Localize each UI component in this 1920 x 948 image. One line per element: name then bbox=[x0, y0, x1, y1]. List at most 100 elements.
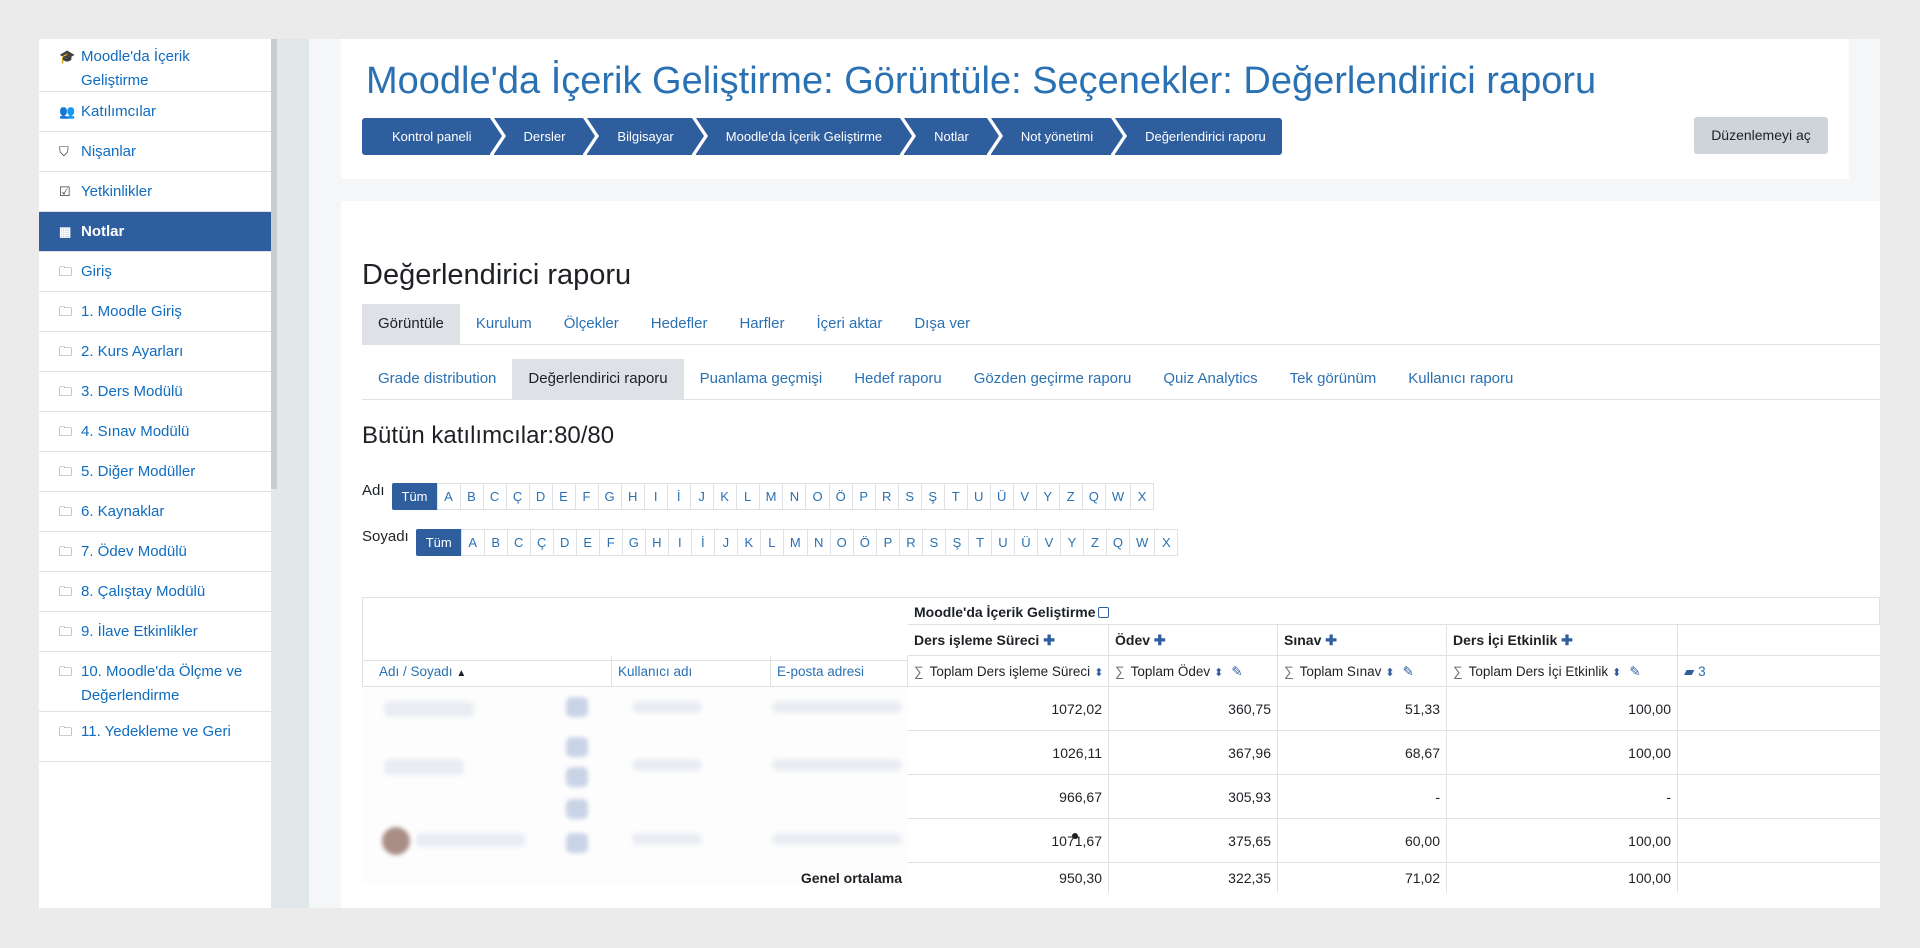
filter-letter-button[interactable]: K bbox=[712, 482, 737, 510]
expand-plus-icon[interactable]: ✚ bbox=[1154, 632, 1166, 648]
category-header[interactable]: Ödev ✚ bbox=[1109, 625, 1278, 656]
breadcrumb-item[interactable]: Kontrol paneli bbox=[362, 118, 505, 155]
filter-letter-button[interactable]: Z bbox=[1082, 528, 1107, 556]
tab[interactable]: Harfler bbox=[723, 304, 800, 344]
total-column-header[interactable]: ∑ Toplam Ders İçi Etkinlik ⬍ ✎ bbox=[1447, 656, 1678, 687]
grade-cell[interactable]: 100,00 bbox=[1447, 687, 1678, 731]
filter-letter-button[interactable]: S bbox=[897, 482, 922, 510]
filter-letter-button[interactable]: N bbox=[782, 482, 807, 510]
sort-username-link[interactable]: Kullanıcı adı bbox=[618, 664, 692, 679]
filter-letter-button[interactable]: X bbox=[1154, 528, 1179, 556]
filter-letter-button[interactable]: Ç bbox=[529, 528, 554, 556]
filter-letter-button[interactable]: O bbox=[829, 528, 854, 556]
filter-letter-button[interactable]: İ bbox=[690, 528, 715, 556]
grade-cell[interactable]: 360,75 bbox=[1109, 687, 1278, 731]
filter-letter-button[interactable]: G bbox=[621, 528, 646, 556]
filter-letter-button[interactable]: M bbox=[782, 528, 808, 556]
column-header-name[interactable]: Adı / Soyadı ▲ bbox=[362, 656, 612, 687]
grade-cell[interactable]: 1026,11 bbox=[908, 731, 1109, 775]
filter-letter-button[interactable]: J bbox=[713, 528, 738, 556]
tab[interactable]: Grade distribution bbox=[362, 359, 512, 399]
tab[interactable]: Kullanıcı raporu bbox=[1392, 359, 1529, 399]
sort-up-icon[interactable]: ▲ bbox=[456, 668, 466, 679]
sidebar-item[interactable]: ⛉ Nişanlar bbox=[39, 132, 271, 172]
sidebar-item[interactable]: 👥 Katılımcılar bbox=[39, 92, 271, 132]
grade-cell[interactable] bbox=[1678, 775, 1880, 819]
filter-letter-button[interactable]: V bbox=[1012, 482, 1037, 510]
sort-arrows-icon[interactable]: ⬍ bbox=[1385, 667, 1394, 679]
filter-letter-button[interactable]: Ö bbox=[852, 528, 877, 556]
breadcrumb-item[interactable]: Bilgisayar bbox=[587, 118, 709, 155]
filter-letter-button[interactable]: O bbox=[805, 482, 830, 510]
grade-cell[interactable] bbox=[1678, 731, 1880, 775]
edit-pencil-icon[interactable]: ✎ bbox=[1231, 664, 1242, 679]
filter-letter-button[interactable]: P bbox=[875, 528, 900, 556]
sidebar-item[interactable]: 🗀 Giriş bbox=[39, 252, 271, 292]
category-header[interactable]: Sınav ✚ bbox=[1278, 625, 1447, 656]
filter-letter-button[interactable]: Ç bbox=[505, 482, 530, 510]
filter-letter-button[interactable]: Y bbox=[1059, 528, 1084, 556]
sort-name-link[interactable]: Adı / Soyadı bbox=[379, 664, 453, 679]
total-column-header[interactable]: ∑Toplam Ders işleme Süreci⬍✎ bbox=[908, 656, 1109, 687]
total-column-header[interactable]: ∑ Toplam Sınav ⬍ ✎ bbox=[1278, 656, 1447, 687]
sidebar-item[interactable]: 🗀 10. Moodle'da Ölçme ve Değerlendirme bbox=[39, 652, 271, 712]
category-header[interactable]: Ders İçi Etkinlik ✚ bbox=[1447, 625, 1678, 656]
sidebar-item[interactable]: 🎓 Moodle'da İçerik Geliştirme bbox=[39, 39, 271, 92]
filter-letter-button[interactable]: M bbox=[758, 482, 784, 510]
grade-cell[interactable] bbox=[1678, 819, 1880, 863]
filter-letter-button[interactable]: Ş bbox=[920, 482, 945, 510]
extra-column-header[interactable]: ▰ 3 bbox=[1678, 656, 1880, 687]
tab[interactable]: Ölçekler bbox=[548, 304, 635, 344]
filter-letter-button[interactable]: F bbox=[598, 528, 623, 556]
total-column-header[interactable]: ∑ Toplam Ödev ⬍ ✎ bbox=[1109, 656, 1278, 687]
grade-cell[interactable]: 68,67 bbox=[1278, 731, 1447, 775]
filter-letter-button[interactable]: K bbox=[736, 528, 761, 556]
filter-letter-button[interactable]: H bbox=[644, 528, 669, 556]
filter-letter-button[interactable]: A bbox=[436, 482, 461, 510]
filter-all-button[interactable]: Tüm bbox=[415, 528, 462, 556]
breadcrumb-item[interactable]: Dersler bbox=[493, 118, 600, 155]
filter-letter-button[interactable]: F bbox=[574, 482, 599, 510]
filter-letter-button[interactable]: D bbox=[528, 482, 553, 510]
filter-letter-button[interactable]: C bbox=[482, 482, 507, 510]
filter-letter-button[interactable]: C bbox=[506, 528, 531, 556]
filter-letter-button[interactable]: R bbox=[874, 482, 899, 510]
filter-letter-button[interactable]: Q bbox=[1081, 482, 1106, 510]
filter-letter-button[interactable]: E bbox=[551, 482, 576, 510]
filter-letter-button[interactable]: Ü bbox=[989, 482, 1014, 510]
filter-letter-button[interactable]: L bbox=[735, 482, 760, 510]
collapse-checkbox-icon[interactable] bbox=[1097, 607, 1109, 618]
tab[interactable]: Tek görünüm bbox=[1274, 359, 1393, 399]
extra-column-label[interactable]: 3 bbox=[1698, 664, 1706, 679]
sidebar-item[interactable]: 🗀 3. Ders Modülü bbox=[39, 372, 271, 412]
column-header-username[interactable]: Kullanıcı adı bbox=[612, 656, 771, 687]
filter-letter-button[interactable]: W bbox=[1129, 528, 1156, 556]
filter-letter-button[interactable]: G bbox=[597, 482, 622, 510]
expand-plus-icon[interactable]: ✚ bbox=[1325, 632, 1337, 648]
filter-letter-button[interactable]: Y bbox=[1035, 482, 1060, 510]
category-header[interactable]: Ders işleme Süreci ✚ bbox=[908, 625, 1109, 656]
filter-letter-button[interactable]: P bbox=[851, 482, 876, 510]
filter-letter-button[interactable]: T bbox=[967, 528, 992, 556]
filter-letter-button[interactable]: I bbox=[643, 482, 668, 510]
filter-letter-button[interactable]: X bbox=[1130, 482, 1155, 510]
sidebar-item[interactable]: ☑ Yetkinlikler bbox=[39, 172, 271, 212]
tab[interactable]: Hedefler bbox=[635, 304, 724, 344]
edit-mode-button[interactable]: Düzenlemeyi aç bbox=[1694, 117, 1828, 154]
filter-letter-button[interactable]: J bbox=[689, 482, 714, 510]
filter-letter-button[interactable]: R bbox=[898, 528, 923, 556]
sidebar-item[interactable]: 🗀 8. Çalıştay Modülü bbox=[39, 572, 271, 612]
grade-cell[interactable]: 100,00 bbox=[1447, 731, 1678, 775]
tab[interactable]: Puanlama geçmişi bbox=[684, 359, 839, 399]
filter-letter-button[interactable]: E bbox=[575, 528, 600, 556]
tab[interactable]: Quiz Analytics bbox=[1147, 359, 1273, 399]
sidebar-item[interactable]: ▦ Notlar bbox=[39, 212, 271, 252]
grade-cell[interactable]: 1072,02 bbox=[908, 687, 1109, 731]
tab[interactable]: Gözden geçirme raporu bbox=[958, 359, 1148, 399]
filter-letter-button[interactable]: I bbox=[667, 528, 692, 556]
sidebar-item[interactable]: 🗀 9. İlave Etkinlikler bbox=[39, 612, 271, 652]
sort-arrows-icon[interactable]: ⬍ bbox=[1214, 667, 1223, 679]
filter-letter-button[interactable]: Z bbox=[1058, 482, 1083, 510]
grade-cell[interactable]: 51,33 bbox=[1278, 687, 1447, 731]
filter-letter-button[interactable]: İ bbox=[666, 482, 691, 510]
